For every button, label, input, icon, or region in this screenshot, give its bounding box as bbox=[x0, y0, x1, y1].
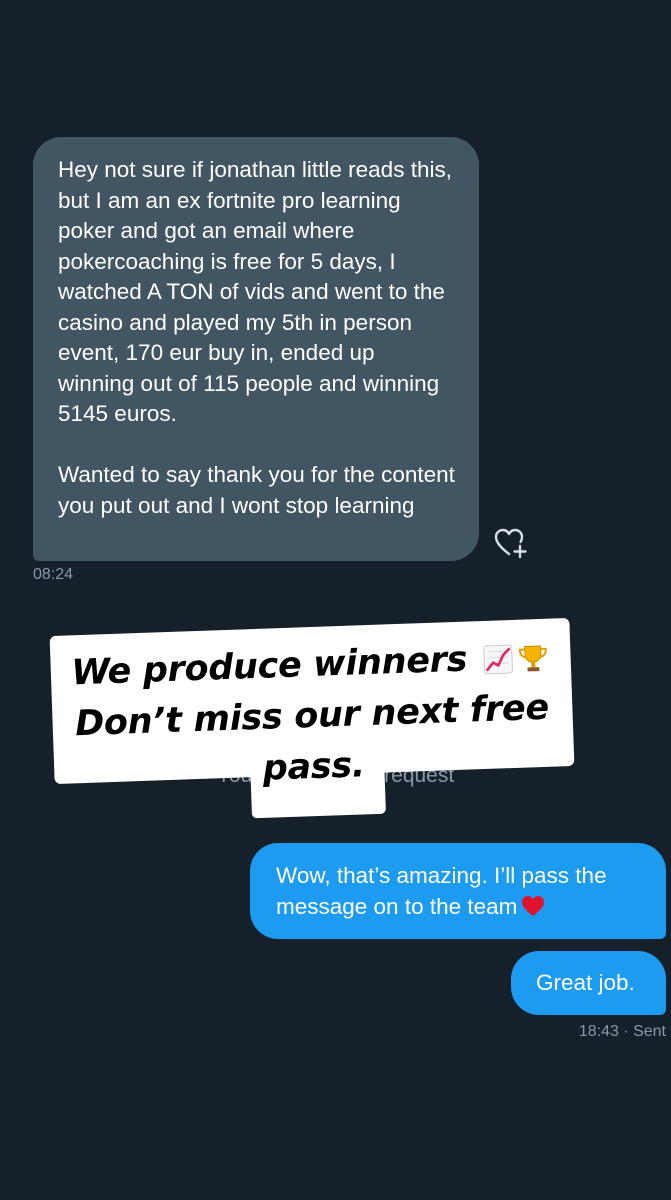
chart-increasing-icon bbox=[483, 644, 513, 675]
outgoing-message-bubble[interactable]: Wow, that’s amazing. I’ll pass the messa… bbox=[250, 843, 666, 939]
add-reaction-button[interactable] bbox=[494, 527, 528, 559]
incoming-message-bubble[interactable]: Hey not sure if jonathan little reads th… bbox=[33, 137, 479, 561]
outgoing-message-bubble[interactable]: Great job. bbox=[511, 951, 666, 1015]
outgoing-message-text: Wow, that’s amazing. I’ll pass the messa… bbox=[276, 863, 607, 919]
trophy-icon bbox=[518, 645, 547, 672]
dm-conversation: Hey not sure if jonathan little reads th… bbox=[0, 0, 671, 1200]
promo-sticker-text: We produce winners Don’t miss our next f… bbox=[49, 631, 574, 802]
outgoing-status-timestamp: 18:43 · Sent bbox=[578, 1023, 666, 1040]
red-heart-icon bbox=[522, 895, 545, 916]
heart-plus-icon bbox=[494, 528, 527, 559]
incoming-timestamp: 08:24 bbox=[33, 566, 74, 583]
